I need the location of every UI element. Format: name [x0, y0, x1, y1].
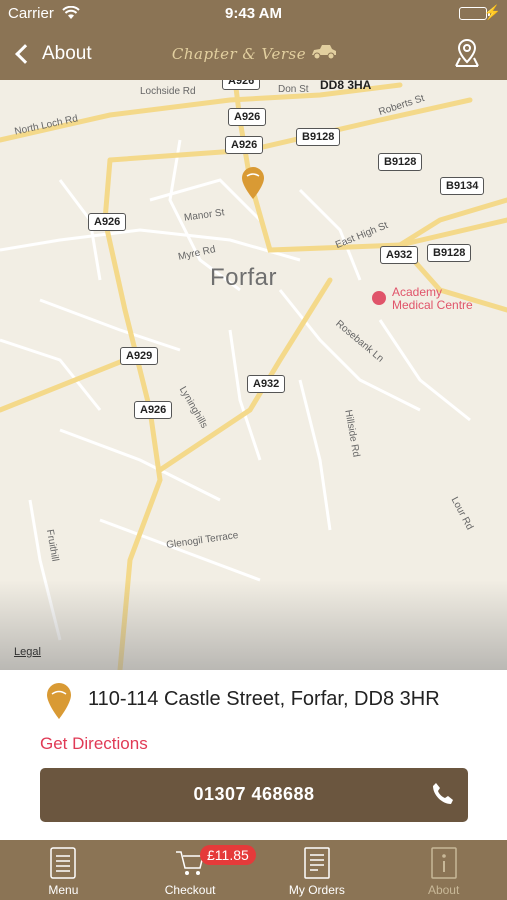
back-label: About	[42, 43, 92, 64]
tab-label: Checkout	[164, 883, 216, 897]
call-button[interactable]: 01307 468688	[40, 768, 468, 822]
road-shield: A926	[222, 80, 261, 90]
phone-icon	[430, 781, 456, 812]
receipt-icon	[302, 846, 332, 885]
map-view[interactable]: DD8 3HA Forfar Academy Medical Centre No…	[0, 80, 507, 670]
app-logo: Chapter & Verse	[170, 40, 340, 68]
road-shield: A929	[120, 347, 159, 365]
road-shield: B9134	[440, 177, 485, 195]
back-button[interactable]: About	[12, 38, 92, 70]
store-address: 110-114 Castle Street, Forfar, DD8 3HR	[88, 688, 440, 710]
town-label: Forfar	[210, 264, 278, 291]
road-shield: A932	[380, 246, 419, 264]
legal-link[interactable]: Legal	[14, 646, 41, 658]
road-label: Don St	[278, 84, 309, 95]
tab-label: Menu	[48, 883, 79, 897]
poi-medical-centre[interactable]: Academy Medical Centre	[372, 286, 473, 312]
postcode-label: DD8 3HA	[320, 80, 372, 92]
road-shield: A932	[247, 375, 286, 393]
road-shield: A926	[225, 136, 264, 154]
tab-about[interactable]: About	[380, 840, 507, 900]
medical-icon	[372, 291, 386, 305]
road-shield: A926	[228, 108, 267, 126]
store-info-panel: 110-114 Castle Street, Forfar, DD8 3HR G…	[0, 670, 507, 840]
charging-icon: ⚡	[483, 4, 501, 20]
menu-book-icon	[48, 846, 78, 885]
chevron-left-icon	[15, 44, 35, 64]
get-directions-link[interactable]: Get Directions	[40, 734, 148, 754]
status-bar: Carrier 9:43 AM ⚡	[0, 0, 507, 28]
tab-label: My Orders	[288, 883, 345, 897]
location-pin-icon	[46, 682, 72, 725]
nav-bar: About Chapter & Verse	[0, 28, 507, 80]
info-icon	[429, 846, 459, 885]
road-shield: B9128	[427, 244, 472, 262]
vintage-car-icon	[310, 43, 338, 66]
tab-my-orders[interactable]: My Orders	[254, 840, 381, 900]
road-shield: B9128	[378, 153, 423, 171]
road-shield: B9128	[296, 128, 341, 146]
road-shield: A926	[88, 213, 127, 231]
poi-name-line2: Medical Centre	[392, 298, 473, 312]
road-label: Lochside Rd	[140, 86, 196, 97]
phone-number: 01307 468688	[193, 784, 315, 804]
road-shield: A926	[134, 401, 173, 419]
logo-text: Chapter & Verse	[171, 45, 307, 63]
cart-total-badge: £11.85	[200, 845, 256, 865]
clock: 9:43 AM	[225, 5, 282, 22]
tab-menu[interactable]: Menu	[0, 840, 127, 900]
location-pin-button[interactable]	[453, 38, 481, 68]
tab-label: About	[427, 883, 460, 897]
